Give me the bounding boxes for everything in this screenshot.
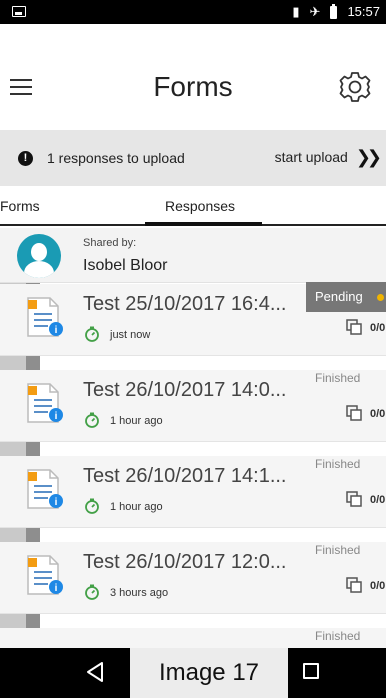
clock-time: 15:57: [347, 4, 380, 19]
list-item[interactable]: i Test 26/10/2017 14:0... 1 hour ago Fin…: [0, 370, 386, 442]
list-item[interactable]: i Test 25/10/2017 16:4... just now Pendi…: [0, 282, 386, 356]
response-count: 0/0: [370, 322, 386, 334]
list-item[interactable]: i Test 26/10/2017 12:0... 3 hours ago Fi…: [0, 542, 386, 614]
pending-dot-icon: [377, 294, 384, 301]
avatar: [17, 234, 61, 278]
gallery-icon: [12, 6, 26, 17]
svg-text:i: i: [55, 497, 58, 508]
form-document-icon: i: [27, 383, 63, 423]
upload-message: 1 responses to upload: [47, 150, 185, 166]
image-caption: Image 17: [130, 648, 288, 698]
stopwatch-icon: [85, 498, 99, 514]
copy-icon: [346, 577, 362, 593]
status-label: Finished: [315, 457, 361, 471]
responses-list[interactable]: Shared by: Isobel Bloor i Test 25/10/201…: [0, 228, 386, 648]
status-badge: Pending: [306, 282, 386, 312]
tab-bar: Forms Responses: [0, 186, 386, 226]
status-label: Finished: [315, 629, 361, 643]
shared-by-header: Shared by: Isobel Bloor: [0, 228, 386, 283]
response-count: 0/0: [370, 408, 386, 420]
vibrate-icon: ▮: [292, 4, 300, 19]
status-label: Finished: [315, 371, 361, 385]
app-bar: Forms: [0, 24, 386, 130]
navigation-bar: Image 17: [0, 648, 386, 698]
svg-text:i: i: [55, 583, 58, 594]
response-time: 1 hour ago: [110, 415, 163, 427]
svg-text:i: i: [55, 411, 58, 422]
copy-icon: [346, 405, 362, 421]
recent-apps-square-icon[interactable]: [303, 663, 319, 679]
status-bar: ▮ ✈ 15:57: [0, 0, 386, 24]
status-label: Pending: [315, 289, 363, 304]
airplane-icon: ✈: [309, 4, 321, 19]
double-chevron-right-icon: ❯❯: [355, 147, 382, 167]
form-document-icon: i: [27, 555, 63, 595]
shared-by-name: Isobel Bloor: [83, 257, 168, 274]
copy-icon: [346, 319, 362, 335]
page-title: Forms: [153, 71, 233, 102]
start-upload-label: start upload: [274, 149, 348, 165]
list-item[interactable]: i Test 26/10/2017 14:1... 1 hour ago Fin…: [0, 456, 386, 528]
form-document-icon: i: [27, 297, 63, 337]
response-time: 3 hours ago: [110, 587, 169, 599]
response-title: Test 25/10/2017 16:4...: [83, 293, 287, 315]
form-document-icon: i: [27, 469, 63, 509]
response-time: 1 hour ago: [110, 501, 163, 513]
alert-icon: !: [18, 150, 33, 166]
tab-selected-indicator: [145, 222, 262, 226]
tab-responses[interactable]: Responses: [165, 198, 235, 214]
shared-by-label: Shared by:: [83, 237, 137, 249]
list-item[interactable]: Finished: [0, 628, 386, 648]
start-upload-button[interactable]: start upload ❯❯: [274, 147, 382, 167]
response-title: Test 26/10/2017 12:0...: [83, 551, 287, 573]
tab-forms[interactable]: Forms: [0, 198, 40, 214]
back-triangle-icon[interactable]: [85, 661, 105, 683]
stopwatch-icon: [85, 412, 99, 428]
svg-text:i: i: [55, 325, 58, 336]
battery-icon: [330, 3, 338, 19]
response-time: just now: [110, 329, 151, 341]
response-count: 0/0: [370, 580, 386, 592]
gear-icon[interactable]: [338, 70, 372, 104]
stopwatch-icon: [85, 326, 99, 342]
status-label: Finished: [315, 543, 361, 557]
response-title: Test 26/10/2017 14:0...: [83, 379, 287, 401]
response-count: 0/0: [370, 494, 386, 506]
response-title: Test 26/10/2017 14:1...: [83, 465, 287, 487]
stopwatch-icon: [85, 584, 99, 600]
upload-banner: ! 1 responses to upload start upload ❯❯: [0, 130, 386, 186]
copy-icon: [346, 491, 362, 507]
